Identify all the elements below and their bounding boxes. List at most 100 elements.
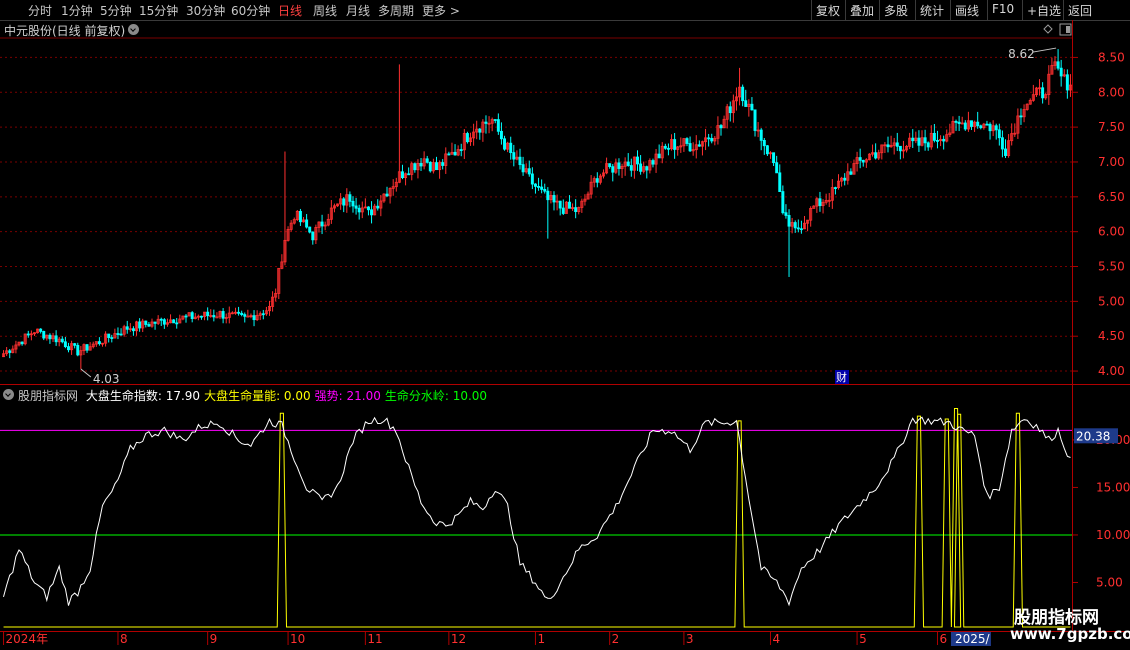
candle-body [184,315,188,318]
time-axis-label-4: 11 [367,632,382,646]
candle-body [657,153,661,159]
candle-body [728,106,732,114]
candle-body [1019,115,1023,118]
candle-body [1059,67,1063,77]
candle-body [459,149,463,151]
candle-body [546,190,550,201]
price-tick-label-6: 5.50 [1098,260,1125,274]
candle-body [818,198,822,207]
candle-body [685,138,689,144]
candle-body [503,138,507,150]
candle-body [246,315,250,318]
indicator-menu-icon[interactable] [3,389,14,400]
candle-body [970,120,973,127]
finance-marker: 财 [836,370,847,384]
candle-body [1041,87,1045,99]
candle-body [499,130,503,140]
candle-body [138,321,142,329]
candle-body [540,186,544,190]
candle-body [407,173,411,176]
price-tick-label-5: 6.00 [1098,225,1125,239]
candle-body [419,162,423,167]
candle-body [979,125,983,129]
candle-body [85,344,89,351]
indicator-tick-label-3: 5.00 [1096,575,1123,589]
candle-body [629,165,633,171]
candle-body [537,185,541,188]
diamond-icon [1043,24,1053,34]
candle-body [639,163,643,172]
candle-body [886,144,890,148]
time-axis-label-12: 2025/ [955,632,991,646]
indicator-name[interactable]: 股朋指标网 [18,389,78,403]
candle-body [348,194,352,202]
candle-body [212,315,216,318]
candle-body [985,123,989,126]
time-axis-label-3: 10 [290,632,305,646]
candle-body [496,119,500,132]
time-axis-label-5: 12 [451,632,466,646]
candle-body [521,164,525,173]
candle-body [97,341,101,345]
candle-body [261,313,265,316]
candle-body [215,316,219,319]
candle-body [144,320,148,325]
time-axis-label-8: 3 [686,632,694,646]
candle-body [493,119,497,121]
window-toggle-icon-fill [1066,26,1070,33]
candle-body [697,144,701,147]
chart-canvas[interactable]: 8.50 8.00 7.50 7.00 6.50 6.00 5.50 5.00 4.50 4.00… [0,0,1130,650]
candle-body [710,138,714,142]
candle-body [796,227,800,230]
candle-body [175,322,179,325]
candle-body [626,161,630,166]
time-axis-label-2: 9 [210,632,218,646]
candle-body [917,137,921,146]
time-axis-label-9: 4 [772,632,780,646]
candle-body [453,151,457,156]
candle-body [874,152,878,159]
indicator-tick-label-2: 10.00 [1096,528,1130,542]
candle-body [911,137,915,142]
low-annotation-arrow [80,368,92,378]
time-axis-label-7: 2 [612,632,620,646]
candle-body [833,187,837,189]
life-index-series-line [3,416,1071,607]
candle-body [574,207,578,213]
candle-body [162,319,166,325]
candle-body [530,173,534,185]
candle-body [666,147,670,150]
candle-body [190,312,194,319]
candle-body [447,153,451,156]
candle-body [1000,137,1004,150]
price-tick-label-7: 5.00 [1098,294,1125,308]
candle-body [741,86,745,102]
candle-body [611,166,615,173]
price-tick-label-3: 7.00 [1098,155,1125,169]
candle-body [478,128,482,133]
price-tick-label-8: 4.50 [1098,329,1125,343]
candle-body [206,311,210,317]
time-axis-label-0: 2024年 [6,632,49,646]
high-price-label: 8.62 [1008,47,1035,61]
candle-body [60,338,64,343]
candle-body [509,142,513,153]
candle-body [441,162,445,166]
candle-body [320,221,324,227]
candle-body [351,200,355,207]
candle-body [400,171,404,179]
candle-body [765,145,769,155]
candle-body [753,109,757,131]
candle-body [131,328,135,332]
candle-body [543,188,547,192]
candle-body [942,138,946,142]
candle-body [994,125,998,131]
candle-body [366,206,370,211]
candle-body [26,333,30,336]
candle-body [1004,148,1007,156]
candle-body [110,337,114,339]
candle-body [567,201,571,209]
candle-body [76,344,80,356]
candle-body [561,207,565,214]
price-tick-label-1: 8.00 [1098,85,1125,99]
